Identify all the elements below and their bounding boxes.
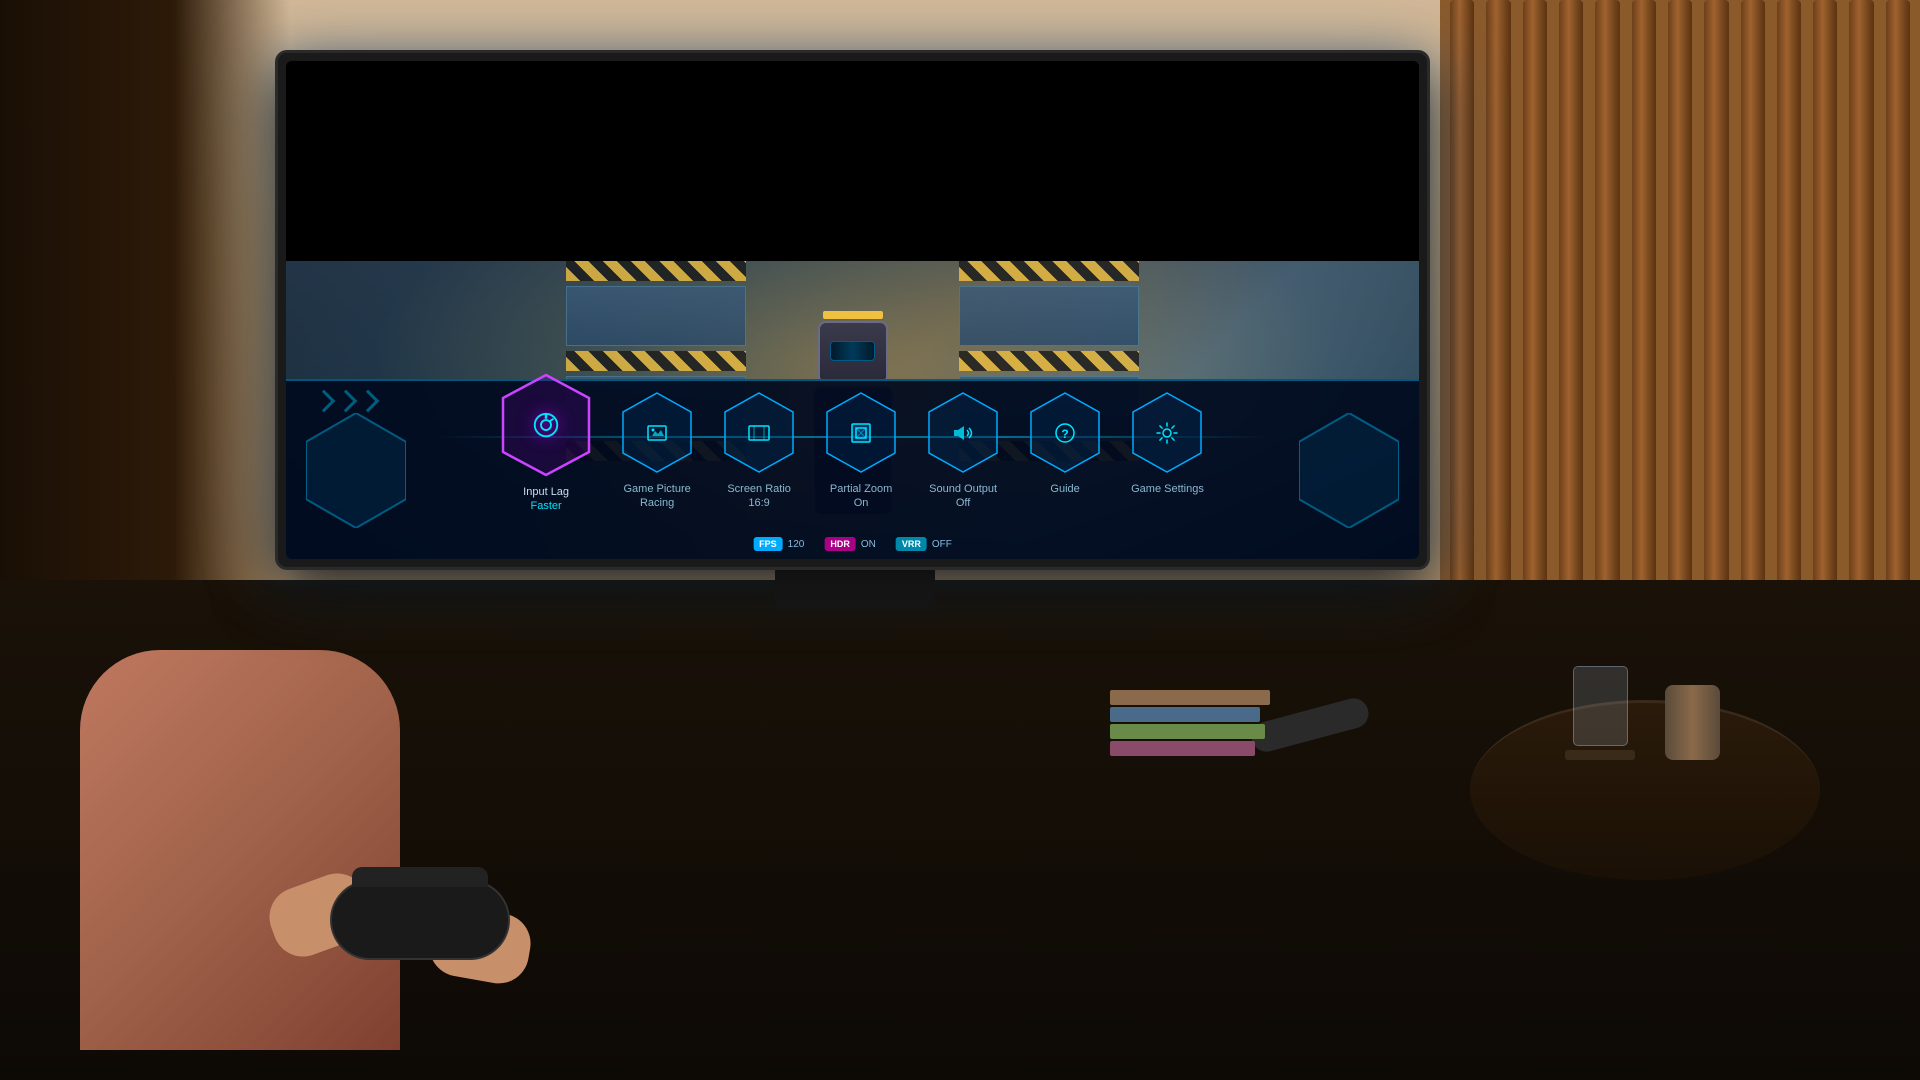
hex-icon-sound-output: [927, 391, 999, 474]
menu-label-guide: Guide: [1050, 482, 1079, 496]
book: [1110, 724, 1265, 739]
controller-bumps: [352, 867, 488, 887]
person-area: [0, 560, 800, 1080]
metal-panel: [959, 286, 1139, 346]
hex-deco-right: [1279, 381, 1419, 559]
menu-label-partial-zoom: Partial Zoom On: [830, 482, 892, 511]
warning-stripe: [566, 261, 746, 281]
hex-icon-game-settings: [1131, 391, 1203, 474]
hex-icon-input-lag: [501, 373, 591, 477]
drinking-glass: [1573, 666, 1628, 746]
person-hands: [250, 780, 650, 980]
fps-label: FPS: [753, 537, 783, 551]
menu-label-screen-ratio: Screen Ratio 16:9: [727, 482, 791, 511]
book: [1110, 690, 1270, 705]
tv-bezel: Input Lag Faster: [275, 50, 1430, 570]
hdr-badge: HDR ON: [824, 537, 876, 551]
hex-icon-screen-ratio: [723, 391, 795, 474]
vrr-badge: VRR OFF: [896, 537, 952, 551]
vrr-value: OFF: [932, 539, 952, 550]
hex-icon-game-picture: [621, 391, 693, 474]
character-head: [818, 321, 888, 381]
menu-icons-row: Input Lag Faster: [406, 391, 1299, 514]
metal-panel: [566, 286, 746, 346]
book: [1110, 741, 1255, 756]
coaster: [1565, 750, 1635, 760]
character-visor: [830, 341, 875, 361]
menu-item-guide[interactable]: ? Guide: [1029, 391, 1101, 496]
cylinder-object: [1665, 685, 1720, 760]
tv-screen: Input Lag Faster: [286, 61, 1419, 559]
menu-item-game-picture[interactable]: Game Picture Racing: [621, 391, 693, 511]
letterbox-top: [286, 61, 1419, 261]
menu-item-partial-zoom[interactable]: Partial Zoom On: [825, 391, 897, 511]
svg-text:?: ?: [1061, 427, 1068, 441]
menu-item-screen-ratio[interactable]: Screen Ratio 16:9: [723, 391, 795, 511]
books-stack: [1110, 690, 1270, 750]
fps-badge: FPS 120: [753, 537, 804, 551]
game-bar: Input Lag Faster: [286, 379, 1419, 559]
hdr-label: HDR: [824, 537, 856, 551]
hex-icon-partial-zoom: [825, 391, 897, 474]
book: [1110, 707, 1260, 722]
menu-item-sound-output[interactable]: Sound Output Off: [927, 391, 999, 511]
game-controller: [330, 880, 510, 960]
hdr-value: ON: [861, 539, 876, 550]
hex-deco-left: [286, 381, 426, 559]
status-bar: FPS 120 HDR ON VRR OFF: [753, 537, 952, 551]
menu-item-input-lag[interactable]: Input Lag Faster: [501, 391, 591, 514]
warning-stripe: [566, 351, 746, 371]
warning-stripe: [959, 351, 1139, 371]
table-items: [1565, 666, 1720, 760]
menu-label-sound-output: Sound Output Off: [929, 482, 997, 511]
hex-icon-guide: ?: [1029, 391, 1101, 474]
vrr-label: VRR: [896, 537, 927, 551]
tv-stand: [775, 570, 935, 610]
menu-item-game-settings[interactable]: Game Settings: [1131, 391, 1204, 496]
menu-label-input-lag: Input Lag Faster: [523, 485, 569, 514]
menu-label-game-settings: Game Settings: [1131, 482, 1204, 496]
warning-stripe: [959, 261, 1139, 281]
helmet-accent: [823, 311, 883, 319]
menu-label-game-picture: Game Picture Racing: [623, 482, 690, 511]
fps-value: 120: [788, 539, 805, 550]
